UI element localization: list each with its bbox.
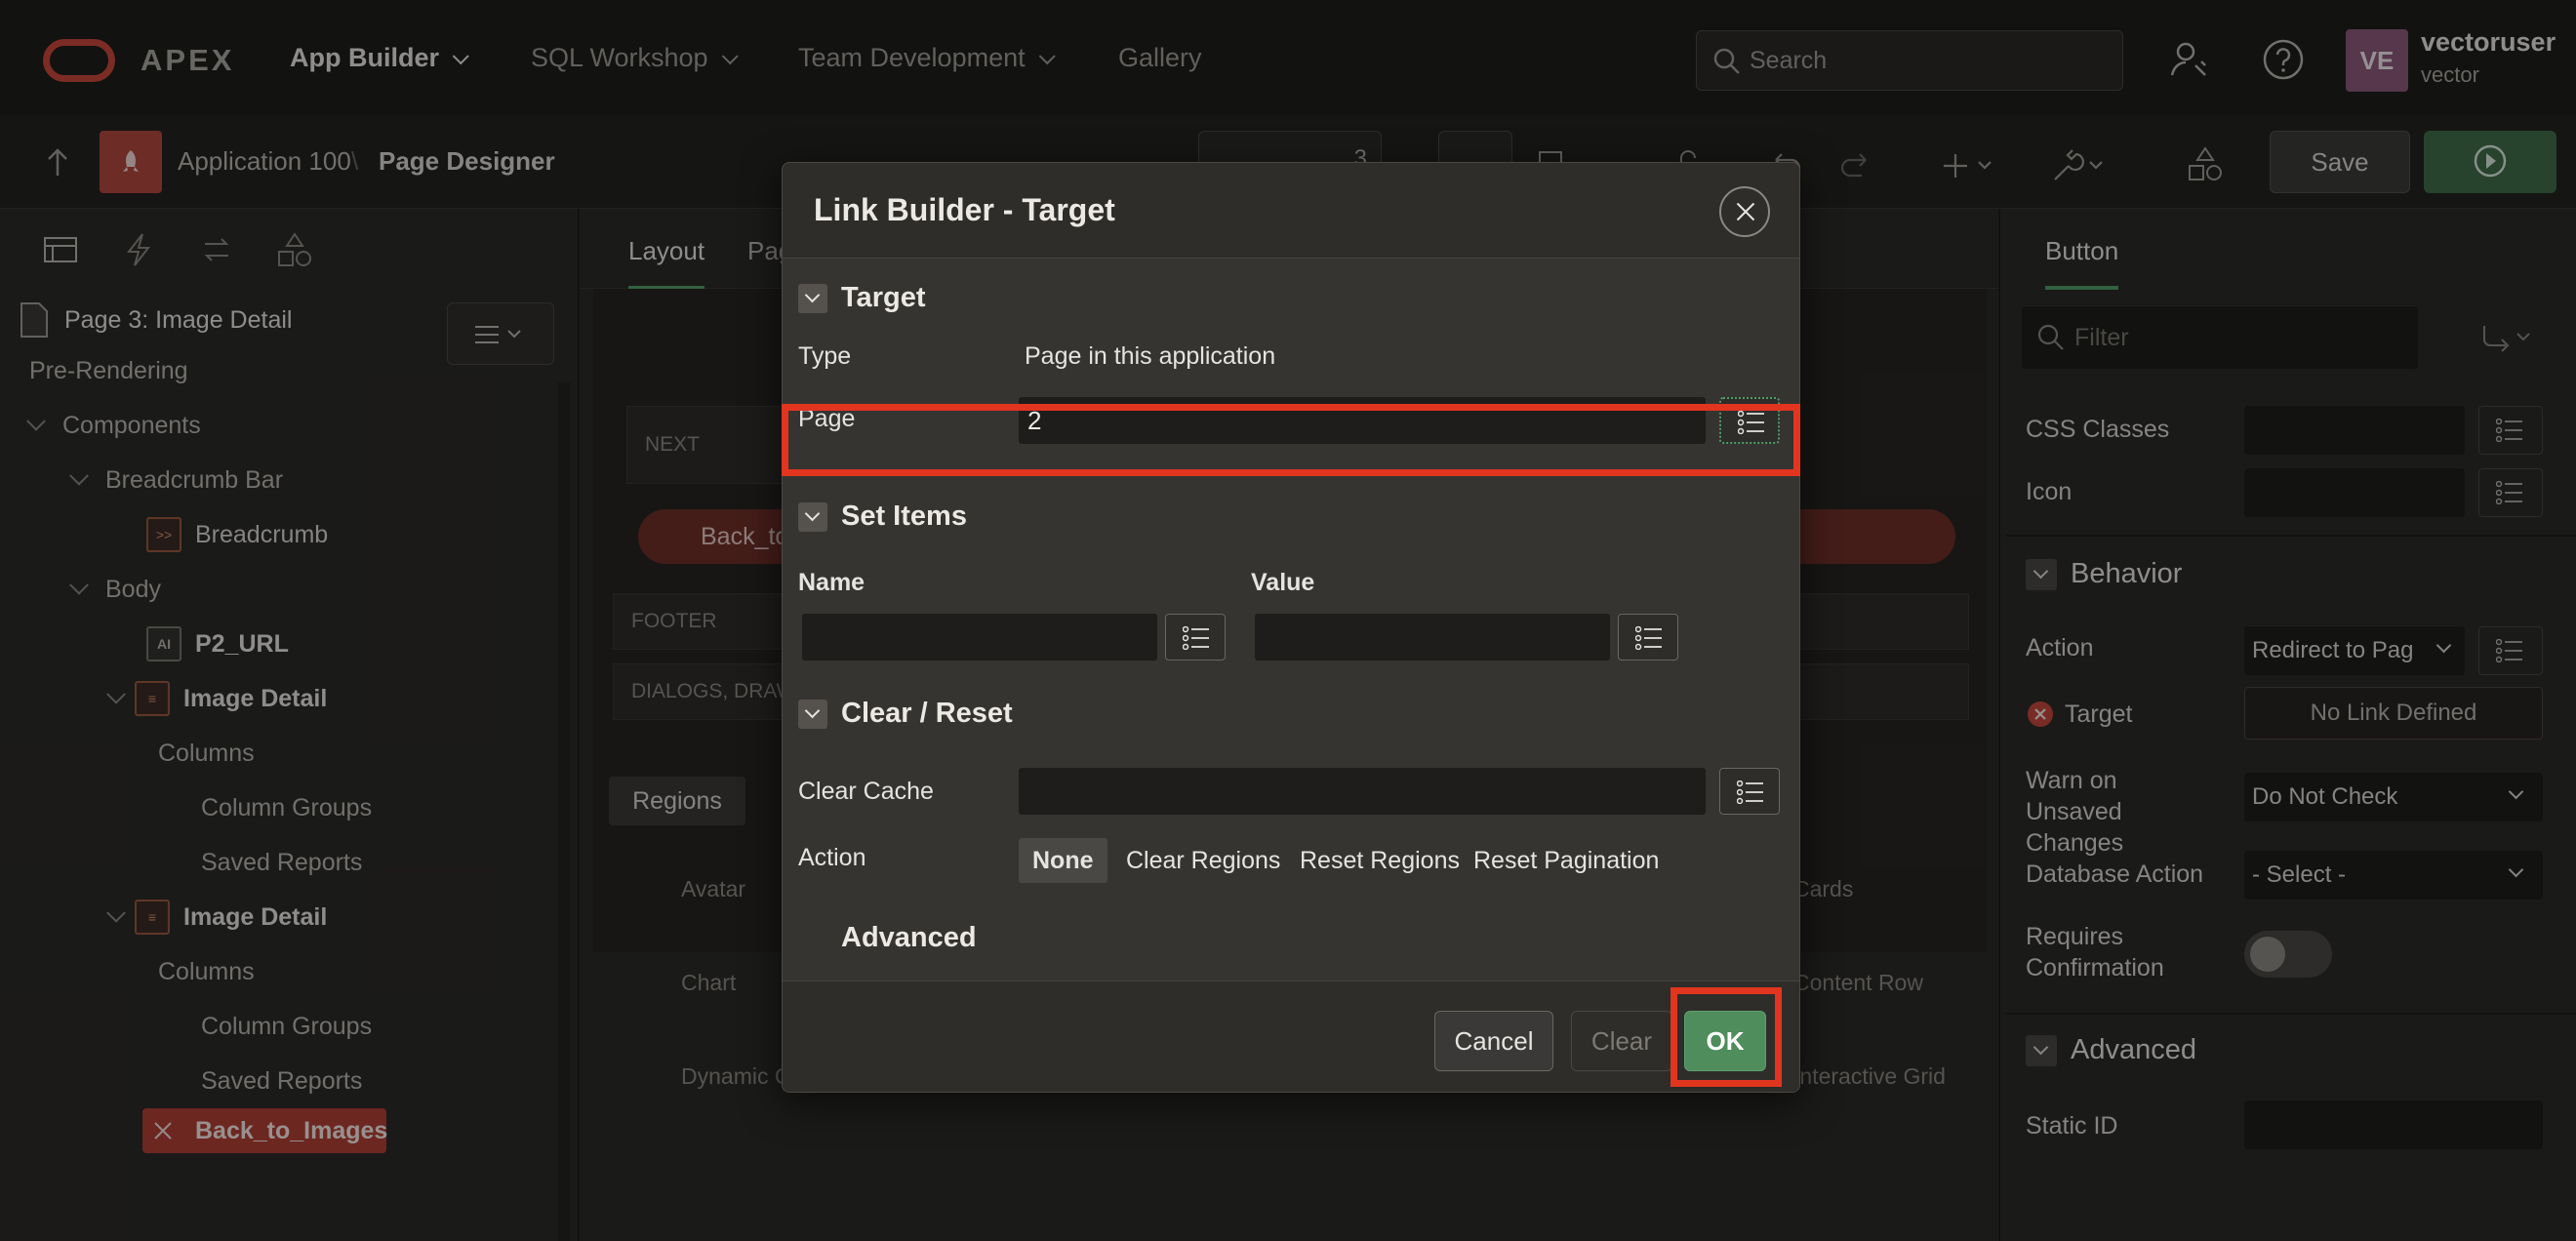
list-icon: [1183, 626, 1209, 650]
action-label: Action: [798, 844, 866, 871]
chevron-down-icon: [798, 699, 827, 729]
list-icon: [1737, 781, 1763, 804]
action-option-reset-regions[interactable]: Reset Regions: [1286, 838, 1473, 883]
type-value[interactable]: Page in this application: [1025, 342, 1275, 371]
clear-reset-section-header[interactable]: Clear / Reset: [798, 698, 1013, 730]
name-label: Name: [798, 569, 865, 596]
chevron-down-icon: [798, 283, 827, 313]
dialog-body: Target Type Page in this application Pag…: [783, 259, 1799, 981]
section-title: Clear / Reset: [841, 698, 1013, 729]
clear-cache-label: Clear Cache: [798, 778, 934, 805]
cancel-button[interactable]: Cancel: [1434, 1011, 1553, 1071]
action-option-none[interactable]: None: [1019, 838, 1107, 883]
item-value-list-button[interactable]: [1618, 614, 1678, 661]
item-value-input[interactable]: [1255, 614, 1610, 661]
link-builder-dialog: Link Builder - Target Target Type Page i…: [782, 162, 1800, 1093]
list-icon: [1635, 626, 1662, 650]
dialog-header: Link Builder - Target: [783, 163, 1799, 259]
action-option-reset-pagination[interactable]: Reset Pagination: [1460, 838, 1672, 883]
dialog-footer: Cancel Clear OK: [783, 981, 1799, 1092]
section-title: Advanced: [841, 922, 977, 953]
target-section-header[interactable]: Target: [798, 282, 925, 314]
advanced-section-header[interactable]: Advanced: [798, 922, 977, 954]
clear-cache-list-button[interactable]: [1719, 768, 1780, 815]
value-label: Value: [1251, 569, 1315, 596]
page-row-highlight: [782, 404, 1800, 476]
set-items-section-header[interactable]: Set Items: [798, 500, 967, 533]
ok-button-highlight: [1670, 987, 1782, 1087]
section-title: Target: [841, 282, 926, 313]
action-option-clear-regions[interactable]: Clear Regions: [1112, 838, 1294, 883]
item-name-input[interactable]: [802, 614, 1157, 661]
clear-button[interactable]: Clear: [1571, 1011, 1672, 1071]
close-dialog-button[interactable]: [1719, 186, 1770, 237]
chevron-down-icon: [798, 501, 827, 532]
section-title: Set Items: [841, 500, 967, 532]
item-name-list-button[interactable]: [1165, 614, 1226, 661]
dialog-title: Link Builder - Target: [814, 192, 1115, 227]
clear-cache-input[interactable]: [1019, 768, 1706, 815]
type-label: Type: [798, 342, 852, 370]
